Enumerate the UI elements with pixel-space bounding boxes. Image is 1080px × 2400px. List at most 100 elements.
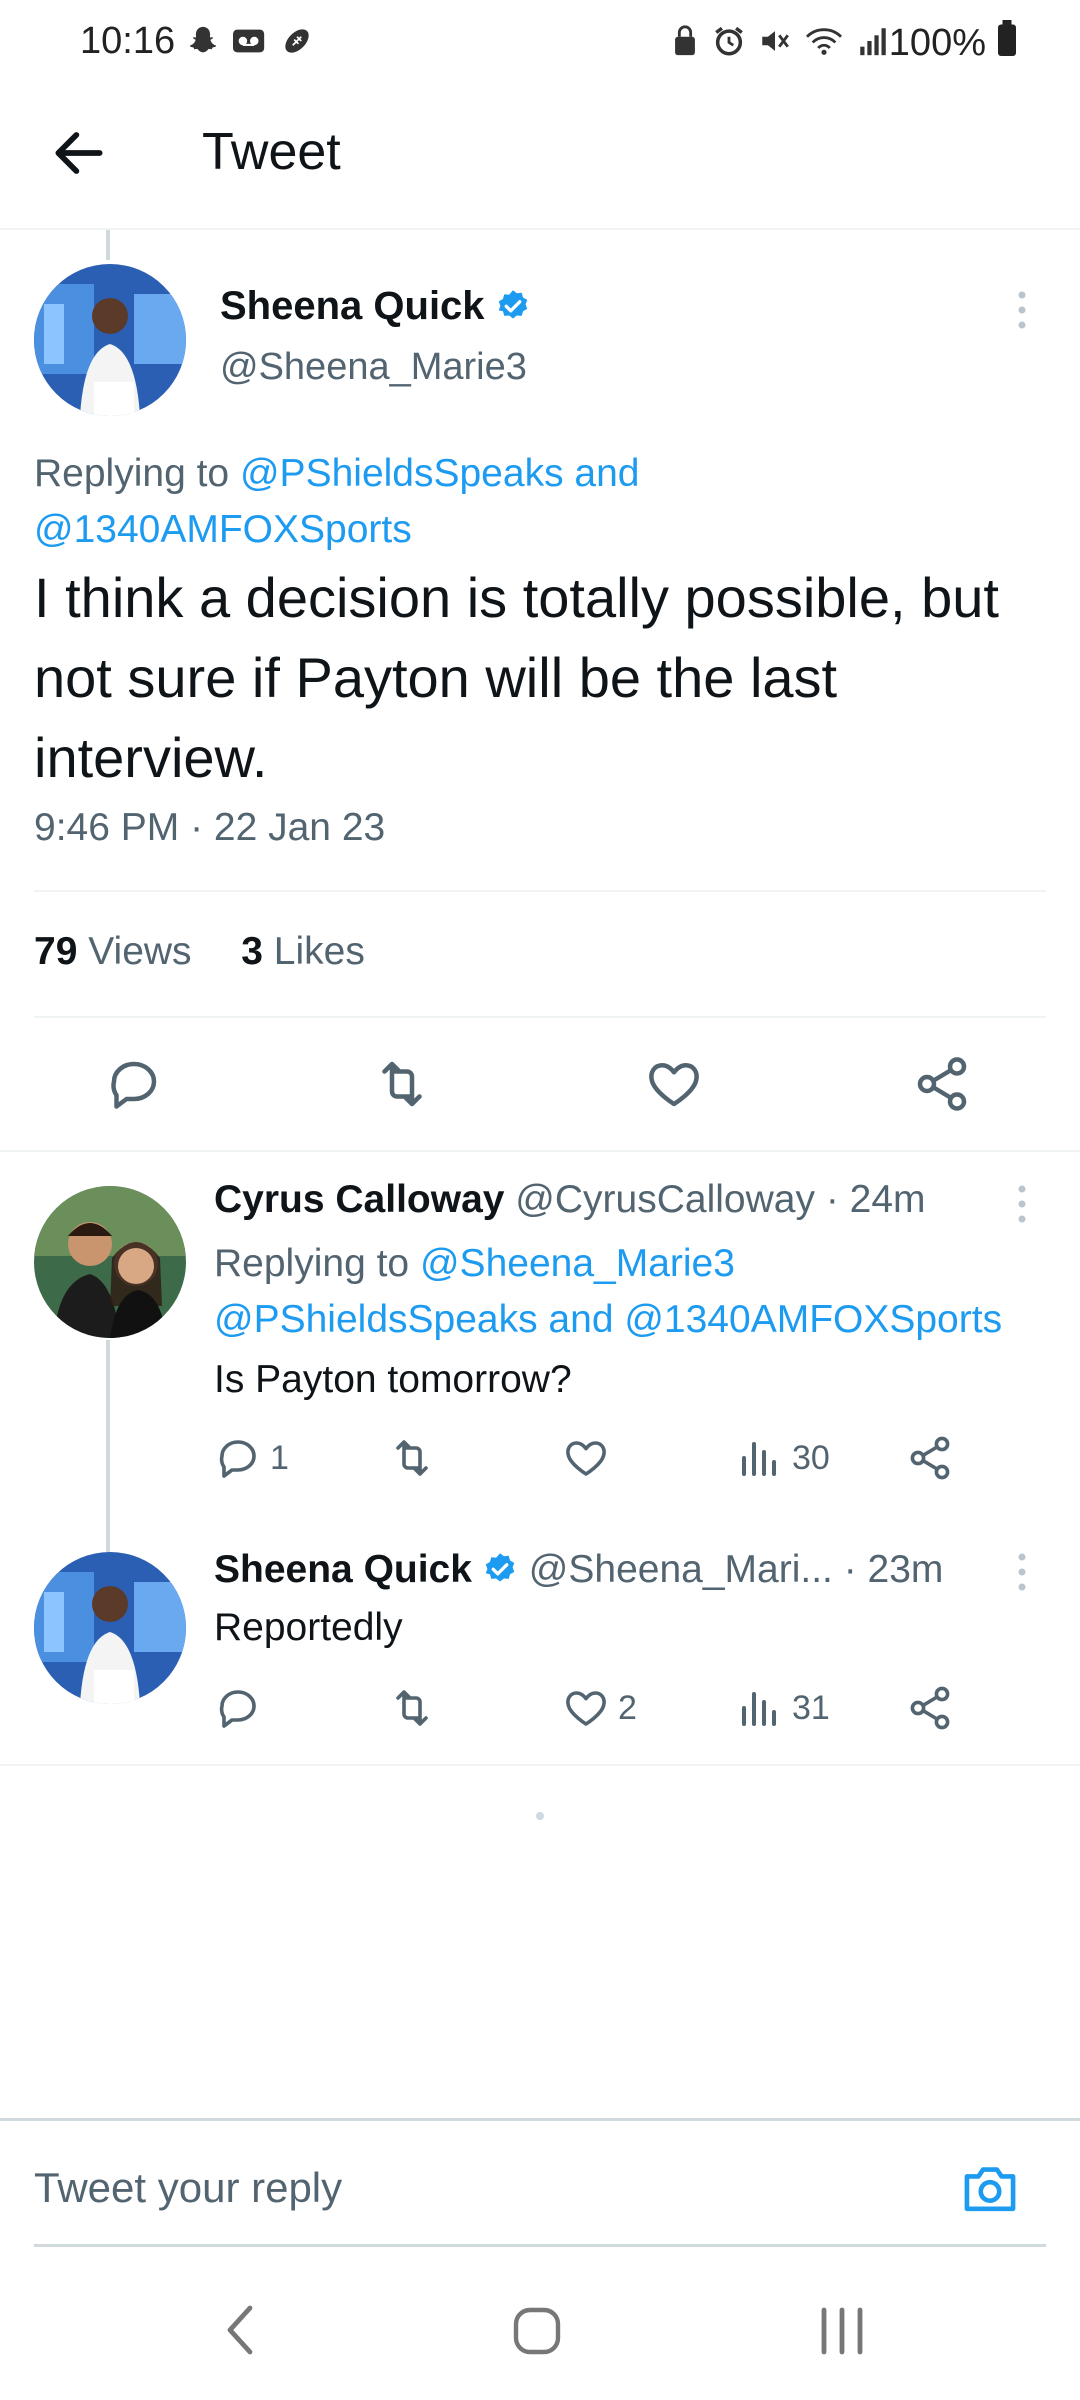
more-options-button[interactable]	[1016, 290, 1028, 330]
system-recents-button[interactable]	[814, 2306, 870, 2356]
share-button[interactable]	[912, 1054, 972, 1114]
views-label: Views	[88, 930, 192, 973]
kebab-icon	[1018, 291, 1026, 329]
stats-divider-top	[34, 890, 1046, 892]
reply-1-more-button[interactable]	[1016, 1184, 1028, 1224]
likes-stat[interactable]: 3 Likes	[241, 930, 365, 973]
reply-2-author-name[interactable]: Sheena Quick	[214, 1548, 472, 1591]
avatar-cyrus-calloway[interactable]	[34, 1186, 186, 1338]
heart-icon	[566, 1691, 606, 1726]
verified-badge-icon	[485, 1553, 515, 1582]
views-icon	[742, 1442, 776, 1476]
avatar-image	[34, 1552, 186, 1704]
alarm-icon	[712, 24, 746, 63]
battery-icon	[996, 20, 1018, 66]
tweet-timestamp[interactable]: 9:46 PM · 22 Jan 23	[34, 806, 385, 850]
reply-1-view-count: 30	[792, 1438, 830, 1477]
retweet-button[interactable]	[372, 1054, 432, 1114]
reply-2-views-button[interactable]: 31	[736, 1684, 830, 1732]
reply-2-time[interactable]: · 23m	[844, 1548, 944, 1591]
reply-icon	[219, 1690, 256, 1728]
share-icon	[910, 1436, 950, 1480]
arrow-left-icon	[55, 132, 103, 174]
reply-2-view-count: 31	[792, 1688, 830, 1727]
signal-icon	[856, 24, 890, 63]
reply-2-more-button[interactable]	[1016, 1552, 1028, 1592]
reply-2-like-button[interactable]: 2	[562, 1684, 637, 1732]
reply-2-share-button[interactable]	[906, 1684, 954, 1732]
reply-1-retweet-button[interactable]	[388, 1434, 436, 1482]
reply-icon	[111, 1061, 157, 1109]
reply-2-author-handle[interactable]: @Sheena_Mari...	[529, 1548, 833, 1591]
tweet-text: I think a decision is totally possible, …	[34, 566, 999, 789]
kebab-icon	[1018, 1185, 1026, 1223]
battery-status: 100%	[889, 20, 1018, 66]
likes-count: 3	[241, 930, 263, 973]
author-name-row[interactable]: Sheena Quick	[220, 284, 531, 329]
system-back-button[interactable]	[222, 2300, 258, 2360]
football-icon	[280, 24, 314, 63]
reply-2-like-count: 2	[618, 1688, 637, 1727]
views-icon	[742, 1692, 776, 1726]
likes-label: Likes	[273, 930, 365, 973]
replying-to-mention-fox[interactable]: @1340AMFOXSports	[34, 508, 412, 551]
retweet-icon	[382, 1061, 422, 1107]
avatar-image	[34, 264, 186, 416]
thread-line-reply	[106, 1340, 110, 1552]
replying-to-prefix: Replying to	[34, 452, 230, 495]
reply-1-share-button[interactable]	[906, 1434, 954, 1482]
reply-1-replying-prefix: Replying to	[214, 1242, 410, 1285]
reply-2-retweet-button[interactable]	[388, 1684, 436, 1732]
views-count: 79	[34, 930, 78, 973]
reply-1-reply-button[interactable]: 1	[214, 1434, 289, 1482]
mute-icon	[758, 24, 792, 63]
like-button[interactable]	[644, 1054, 704, 1114]
camera-icon	[964, 2167, 1016, 2212]
reply-1-mention-sheena[interactable]: @Sheena_Marie3	[420, 1242, 735, 1285]
reply-1-like-button[interactable]	[562, 1434, 610, 1482]
reply-1-reply-count: 1	[270, 1438, 289, 1477]
verified-badge-icon	[498, 290, 527, 319]
author-handle[interactable]: @Sheena_Marie3	[220, 346, 527, 389]
kebab-icon	[1018, 1553, 1026, 1591]
stats-divider-bottom	[34, 1016, 1046, 1018]
camera-button[interactable]	[960, 2160, 1020, 2216]
heart-icon	[649, 1063, 699, 1107]
author-name[interactable]: Sheena Quick	[220, 284, 485, 328]
retweet-icon	[396, 1440, 428, 1476]
reply-1-views-button[interactable]: 30	[736, 1434, 830, 1482]
loading-indicator	[536, 1812, 544, 1820]
status-system-icons	[670, 24, 890, 63]
snapchat-icon	[186, 24, 220, 63]
wifi-icon	[804, 24, 844, 63]
composer-underline	[34, 2244, 1046, 2247]
avatar-sheena-quick[interactable]	[34, 264, 186, 416]
composer-top-border	[0, 2118, 1080, 2121]
reply-1-author-handle[interactable]: @CyrusCalloway	[515, 1178, 815, 1221]
avatar-sheena-quick-reply[interactable]	[34, 1552, 186, 1704]
heart-icon	[566, 1441, 606, 1476]
status-notification-icons	[186, 24, 314, 63]
reply-1-replying-to: Replying to @Sheena_Marie3 @PShieldsSpea…	[214, 1236, 1054, 1348]
reply-input[interactable]: Tweet your reply	[34, 2164, 342, 2212]
thread-line-top	[106, 230, 110, 260]
replies-divider	[0, 1764, 1080, 1766]
reply-button[interactable]	[104, 1054, 164, 1114]
reply-icon	[219, 1440, 256, 1478]
reply-1-time[interactable]: · 24m	[826, 1178, 926, 1221]
tweet-stats: 79 Views 3 Likes	[34, 930, 365, 974]
reply-1-mention-others[interactable]: @PShieldsSpeaks and @1340AMFOXSports	[214, 1298, 1002, 1341]
reply-1-author-name[interactable]: Cyrus Calloway	[214, 1178, 504, 1221]
replying-to-mentions[interactable]: @PShieldsSpeaks and	[240, 452, 640, 495]
replying-to: Replying to @PShieldsSpeaks and @1340AMF…	[34, 446, 1014, 558]
retweet-icon	[396, 1690, 428, 1726]
battery-percent: 100%	[888, 21, 986, 64]
reply-1-text: Is Payton tomorrow?	[214, 1358, 572, 1401]
chevron-left-icon	[227, 2305, 253, 2355]
back-button[interactable]	[48, 122, 110, 184]
page-title: Tweet	[202, 123, 341, 181]
status-time: 10:16	[80, 20, 176, 62]
voicemail-icon	[230, 24, 270, 63]
reply-2-reply-button[interactable]	[214, 1684, 262, 1732]
system-home-button[interactable]	[512, 2306, 562, 2356]
